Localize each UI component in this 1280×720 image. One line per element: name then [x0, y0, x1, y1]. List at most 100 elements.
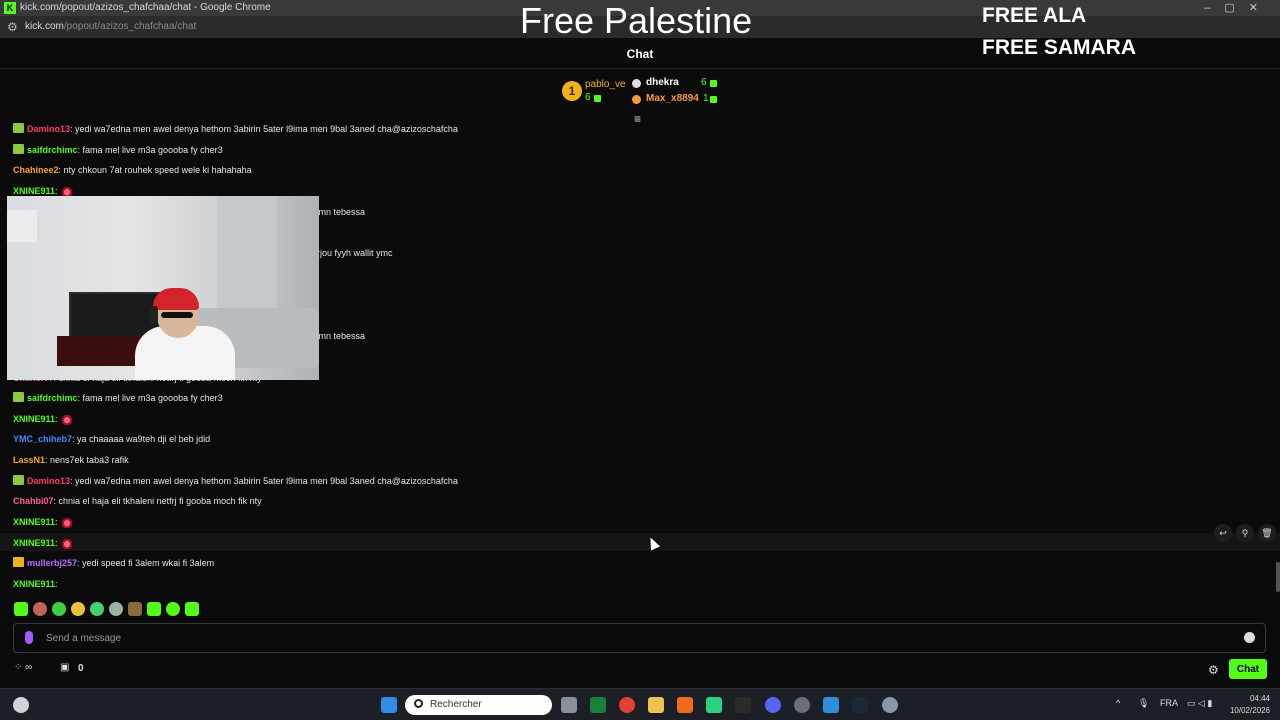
leader-2-name[interactable]: dhekra [646, 77, 679, 88]
emote-icon[interactable] [166, 602, 180, 616]
settings-icon[interactable] [882, 697, 898, 713]
chat-username[interactable]: saifdrchimc [27, 145, 78, 155]
message-input[interactable] [46, 630, 1226, 646]
chat-message[interactable]: a mn tebessa [311, 204, 365, 220]
gift-icon [594, 95, 601, 102]
users-icon[interactable]: ⁘ ∞ [14, 662, 32, 673]
app-icon[interactable] [706, 697, 722, 713]
taskbar-clock[interactable]: 04:44 10/02/2026 [1222, 693, 1270, 717]
chat-message[interactable]: Damino13: yedi wa7edna men awel denya he… [13, 121, 458, 137]
overlay-line-1: FREE ALA [982, 4, 1087, 27]
chat-message[interactable]: Damino13: yedi wa7edna men awel denya he… [13, 473, 458, 489]
chat-message[interactable]: XNINE911: [13, 411, 72, 427]
chat-message-text: : nty chkoun 7at rouhek speed wele ki ha… [58, 165, 252, 175]
emoji-picker-icon[interactable] [1244, 632, 1255, 643]
user-badge-icon [13, 123, 24, 133]
overlay-headline: Free Palestine [520, 0, 753, 41]
chrome-icon[interactable] [619, 697, 635, 713]
send-chat-button[interactable]: Chat [1229, 659, 1267, 679]
chat-message-text: a mn tebessa [311, 207, 366, 217]
user-badge-icon [13, 475, 24, 485]
widgets-icon[interactable] [13, 697, 29, 713]
chat-username[interactable]: LassN1 [13, 455, 45, 465]
window-controls[interactable]: –▢✕ [1204, 1, 1272, 14]
gift-icon [710, 80, 717, 87]
chat-message[interactable]: XNINE911: [13, 576, 58, 592]
emote-icon[interactable] [147, 602, 161, 616]
gift-box-icon[interactable]: ▣ [60, 662, 69, 673]
chat-username[interactable]: saifdrchimc [27, 393, 78, 403]
chat-message[interactable]: a mn tebessa [311, 328, 365, 344]
emote-icon[interactable] [71, 602, 85, 616]
app-icon[interactable] [735, 697, 751, 713]
chat-message-text: : chnia el haja eli tkhaleni netfrj fi g… [53, 496, 262, 506]
url-text[interactable]: kick.com/popout/azizos_chafchaa/chat [25, 21, 196, 32]
leader-1-name[interactable]: pablo_ve [585, 79, 626, 90]
user-badge-icon [13, 144, 24, 154]
streamer-webcam [7, 196, 319, 380]
microphone-tray-icon[interactable]: 🎙 [1138, 698, 1149, 709]
taskbar-search[interactable]: Rechercher [405, 695, 552, 715]
chat-username[interactable]: XNINE911 [13, 414, 55, 424]
chat-username[interactable]: YMC_chiheb7 [13, 434, 72, 444]
gift-leaderboard: 1 pablo_ve 6 dhekra 6 Max_x8894 1 [560, 76, 730, 110]
leader-3-count: 1 [703, 93, 709, 104]
network-volume-icons[interactable]: ▭ ◁ ▮ [1187, 698, 1212, 709]
chat-username[interactable]: mullerbj257 [27, 558, 77, 568]
leader-2-count: 6 [701, 77, 707, 88]
chat-message[interactable]: mullerbj257: yedi speed fi 3alem wkai fi… [13, 555, 214, 571]
chat-username[interactable]: Damino13 [27, 124, 70, 134]
chat-message-text: : nens7ek taba3 rafik [45, 455, 129, 465]
scrollbar[interactable] [1276, 562, 1280, 592]
task-view-icon[interactable] [561, 697, 577, 713]
chat-username[interactable]: XNINE911 [13, 517, 55, 527]
emote-icon[interactable] [185, 602, 199, 616]
chat-message[interactable]: saifdrchimc: fama mel live m3a goooba fy… [13, 142, 223, 158]
chat-message[interactable]: Chahinee2: nty chkoun 7at rouhek speed w… [13, 162, 252, 178]
chat-message[interactable]: saifdrchimc: fama mel live m3a goooba fy… [13, 390, 223, 406]
chat-username[interactable]: XNINE911 [13, 579, 55, 589]
chat-username[interactable]: Chahbi07 [13, 496, 54, 506]
chat-message-text: : yedi wa7edna men awel denya hethom 3ab… [70, 476, 458, 486]
language-indicator[interactable]: FRA [1160, 698, 1178, 708]
flame-emote-icon [61, 413, 72, 425]
tray-chevron-icon[interactable]: ^ [1116, 698, 1120, 708]
chat-username[interactable]: XNINE911 [13, 186, 55, 196]
site-settings-icon[interactable]: ⚙ [7, 20, 18, 34]
leader-3-name[interactable]: Max_x8894 [646, 93, 699, 104]
file-explorer-icon[interactable] [648, 697, 664, 713]
chat-message-text: : fama mel live m3a goooba fy cher3 [77, 393, 223, 403]
chat-settings-icon[interactable]: ⚙ [1208, 663, 1219, 677]
app-icon[interactable] [590, 697, 606, 713]
chat-message[interactable]: YMC_chiheb7: ya chaaaaa wa9teh dji el be… [13, 431, 210, 447]
gift-count: 0 [78, 663, 84, 674]
emote-icon[interactable] [14, 602, 28, 616]
emote-icon[interactable] [33, 602, 47, 616]
microphone-icon[interactable] [25, 631, 33, 644]
chat-message-text: : [55, 579, 58, 589]
chat-username[interactable]: Chahinee2 [13, 165, 59, 175]
emote-icon[interactable] [128, 602, 142, 616]
steam-icon[interactable] [852, 697, 868, 713]
chat-input-box[interactable] [13, 623, 1266, 653]
chat-username[interactable]: Damino13 [27, 476, 70, 486]
start-menu-icon[interactable] [381, 697, 397, 713]
user-badge-icon [13, 557, 24, 567]
chat-title: Chat [626, 47, 654, 61]
emote-icon[interactable] [109, 602, 123, 616]
app-icon[interactable] [677, 697, 693, 713]
emote-icon[interactable] [52, 602, 66, 616]
emote-icon[interactable] [90, 602, 104, 616]
chat-username[interactable]: XNINE911 [13, 538, 55, 548]
chat-message[interactable]: XNINE911: [13, 535, 72, 551]
leader-1-count: 6 [585, 92, 591, 103]
chat-message[interactable]: Chahbi07: chnia el haja eli tkhaleni net… [13, 493, 262, 509]
chat-message[interactable]: LassN1: nens7ek taba3 rafik [13, 452, 129, 468]
user-badge-icon [13, 392, 24, 402]
discord-icon[interactable] [765, 697, 781, 713]
chat-footer-left: ⁘ ∞ ▣ 0 [14, 662, 84, 674]
app-icon[interactable] [794, 697, 810, 713]
chat-message[interactable]: XNINE911: [13, 514, 72, 530]
app-icon[interactable] [823, 697, 839, 713]
chat-message-text: : ya chaaaaa wa9teh dji el beb jdid [72, 434, 211, 444]
